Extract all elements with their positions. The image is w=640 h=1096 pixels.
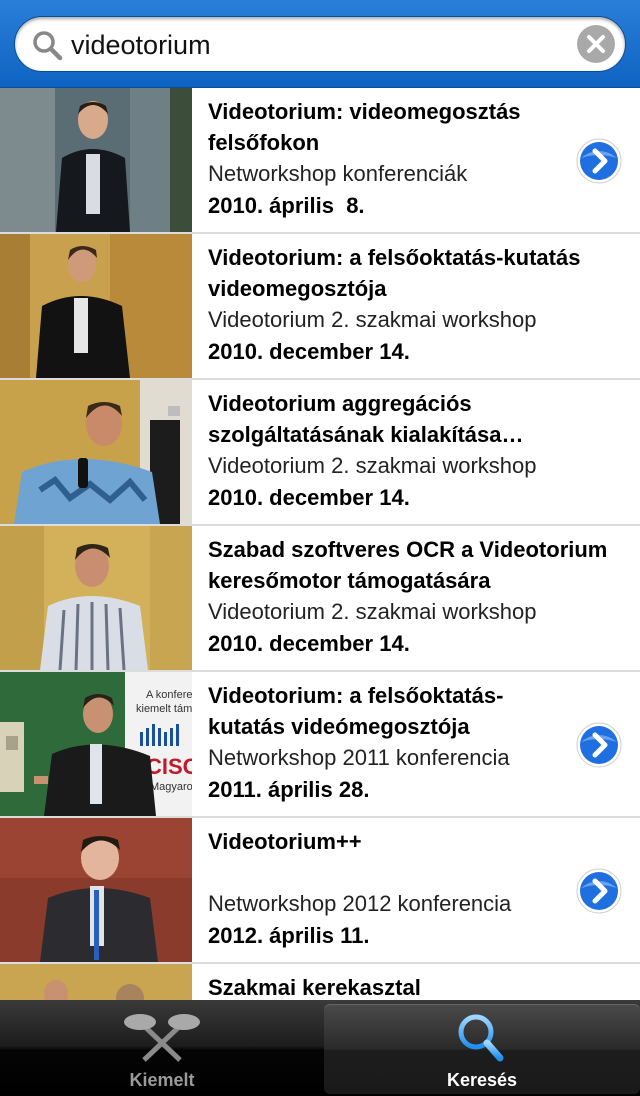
result-row[interactable]: Videotorium: videomegosztás felsőfokon N… [0,88,640,234]
tab-label: Kiemelt [129,1070,195,1090]
film-reel-icon [124,1014,200,1062]
result-title: Videotorium++ [208,829,362,854]
result-title: Videotorium: a felsőoktatás-kutatás vide… [208,683,504,739]
result-row[interactable]: Videotorium aggregációs szolgáltatásának… [0,380,640,526]
result-row[interactable]: Videotorium++ Networkshop 2012 konferenc… [0,818,640,964]
result-row[interactable]: Szabad szoftveres OCR a Videotorium kere… [0,526,640,672]
result-event: Networkshop konferenciák [208,161,468,186]
result-event: Videotorium 2. szakmai workshop [208,453,537,478]
result-event: Networkshop 2012 konferencia [208,891,512,916]
svg-text:CISCO: CISCO [146,754,192,779]
search-icon [33,31,63,61]
video-thumbnail [0,88,192,232]
svg-text:A konferen: A konferen [146,689,192,701]
tab-kereses[interactable]: Keresés [324,1004,640,1094]
result-event: Networkshop 2011 konferencia [208,745,510,770]
result-date: 2010. december 14. [208,631,410,656]
video-thumbnail: A konferen kiemelt támog CISCO Magyaro [0,672,192,816]
result-title: Szakmai kerekasztal [208,975,421,1000]
result-date: 2011. április 28. [208,777,370,802]
result-event: Videotorium 2. szakmai workshop [208,307,537,332]
svg-text:Magyaro: Magyaro [150,781,192,793]
video-thumbnail [0,380,192,524]
search-field[interactable] [14,16,626,73]
result-row[interactable]: Szakmai kerekasztal [0,964,640,1000]
search-input[interactable] [71,17,571,73]
clear-search-icon[interactable] [577,25,615,63]
detail-disclosure-icon[interactable] [576,868,622,914]
video-thumbnail [0,526,192,670]
tab-kiemelt[interactable]: Kiemelt [4,1004,320,1094]
search-bar [0,0,640,88]
result-title: Videotorium aggregációs szolgáltatásának… [208,391,502,447]
result-date: 2010. december 14. [208,339,410,364]
result-event: Videotorium 2. szakmai workshop [208,599,537,624]
result-title: Szabad szoftveres OCR a Videotorium kere… [208,537,608,593]
svg-text:kiemelt támog: kiemelt támog [136,703,192,715]
result-date: 2010. április 8. [208,193,365,218]
video-thumbnail [0,234,192,378]
video-thumbnail [0,818,192,962]
tab-label: Keresés [446,1070,518,1090]
video-thumbnail [0,964,192,1000]
result-date: 2012. április 11. [208,923,370,948]
results-list[interactable]: Videotorium: videomegosztás felsőfokon N… [0,88,640,1000]
result-row[interactable]: A konferen kiemelt támog CISCO Magyaro V… [0,672,640,818]
detail-disclosure-icon[interactable] [576,138,622,184]
detail-disclosure-icon[interactable] [576,722,622,768]
search-icon [458,1014,504,1062]
tab-bar: Kiemelt Keresés [0,1000,640,1096]
result-date: 2010. december 14. [208,485,410,510]
result-title: Videotorium: videomegosztás felsőfokon [208,99,521,155]
result-title: Videotorium: a felsőoktatás-kutatás vide… [208,245,581,301]
result-row[interactable]: Videotorium: a felsőoktatás-kutatás vide… [0,234,640,380]
